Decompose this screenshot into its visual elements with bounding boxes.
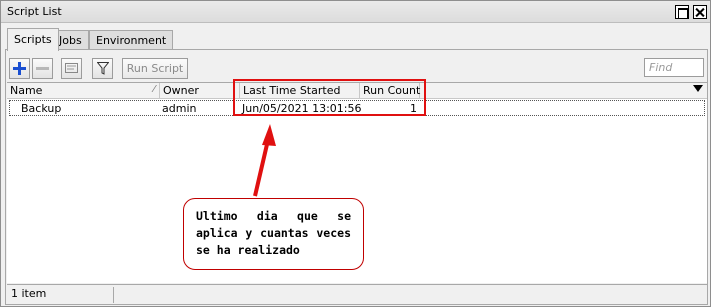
plus-icon bbox=[13, 62, 26, 75]
column-header-owner[interactable]: Owner bbox=[160, 83, 240, 99]
remove-button[interactable] bbox=[32, 58, 53, 79]
title-bar: Script List bbox=[1, 1, 710, 23]
restore-icon[interactable] bbox=[675, 5, 689, 19]
close-icon[interactable] bbox=[693, 5, 707, 19]
run-script-button[interactable]: Run Script bbox=[122, 58, 188, 79]
tab-environment[interactable]: Environment bbox=[89, 30, 174, 50]
add-button[interactable] bbox=[9, 58, 30, 79]
item-count: 1 item bbox=[11, 287, 47, 300]
cell-owner: admin bbox=[162, 102, 197, 115]
comment-icon bbox=[65, 63, 78, 73]
column-header-name[interactable]: Name ⁄ bbox=[7, 83, 160, 99]
highlight-box bbox=[233, 79, 426, 116]
find-input[interactable] bbox=[644, 58, 704, 77]
annotation-note: Ultimo dia que se aplica y cuantas veces… bbox=[183, 198, 364, 270]
filter-icon bbox=[96, 62, 109, 75]
cell-name: Backup bbox=[21, 102, 62, 115]
minus-icon bbox=[36, 67, 49, 70]
sort-icon: ⁄ bbox=[153, 84, 155, 95]
filter-button[interactable] bbox=[92, 58, 113, 79]
comment-button[interactable] bbox=[61, 58, 82, 79]
tab-scripts[interactable]: Scripts bbox=[7, 28, 59, 51]
column-menu-icon[interactable] bbox=[693, 85, 703, 92]
status-divider bbox=[113, 287, 114, 303]
window-title: Script List bbox=[7, 5, 62, 18]
status-bar: 1 item bbox=[7, 284, 707, 304]
